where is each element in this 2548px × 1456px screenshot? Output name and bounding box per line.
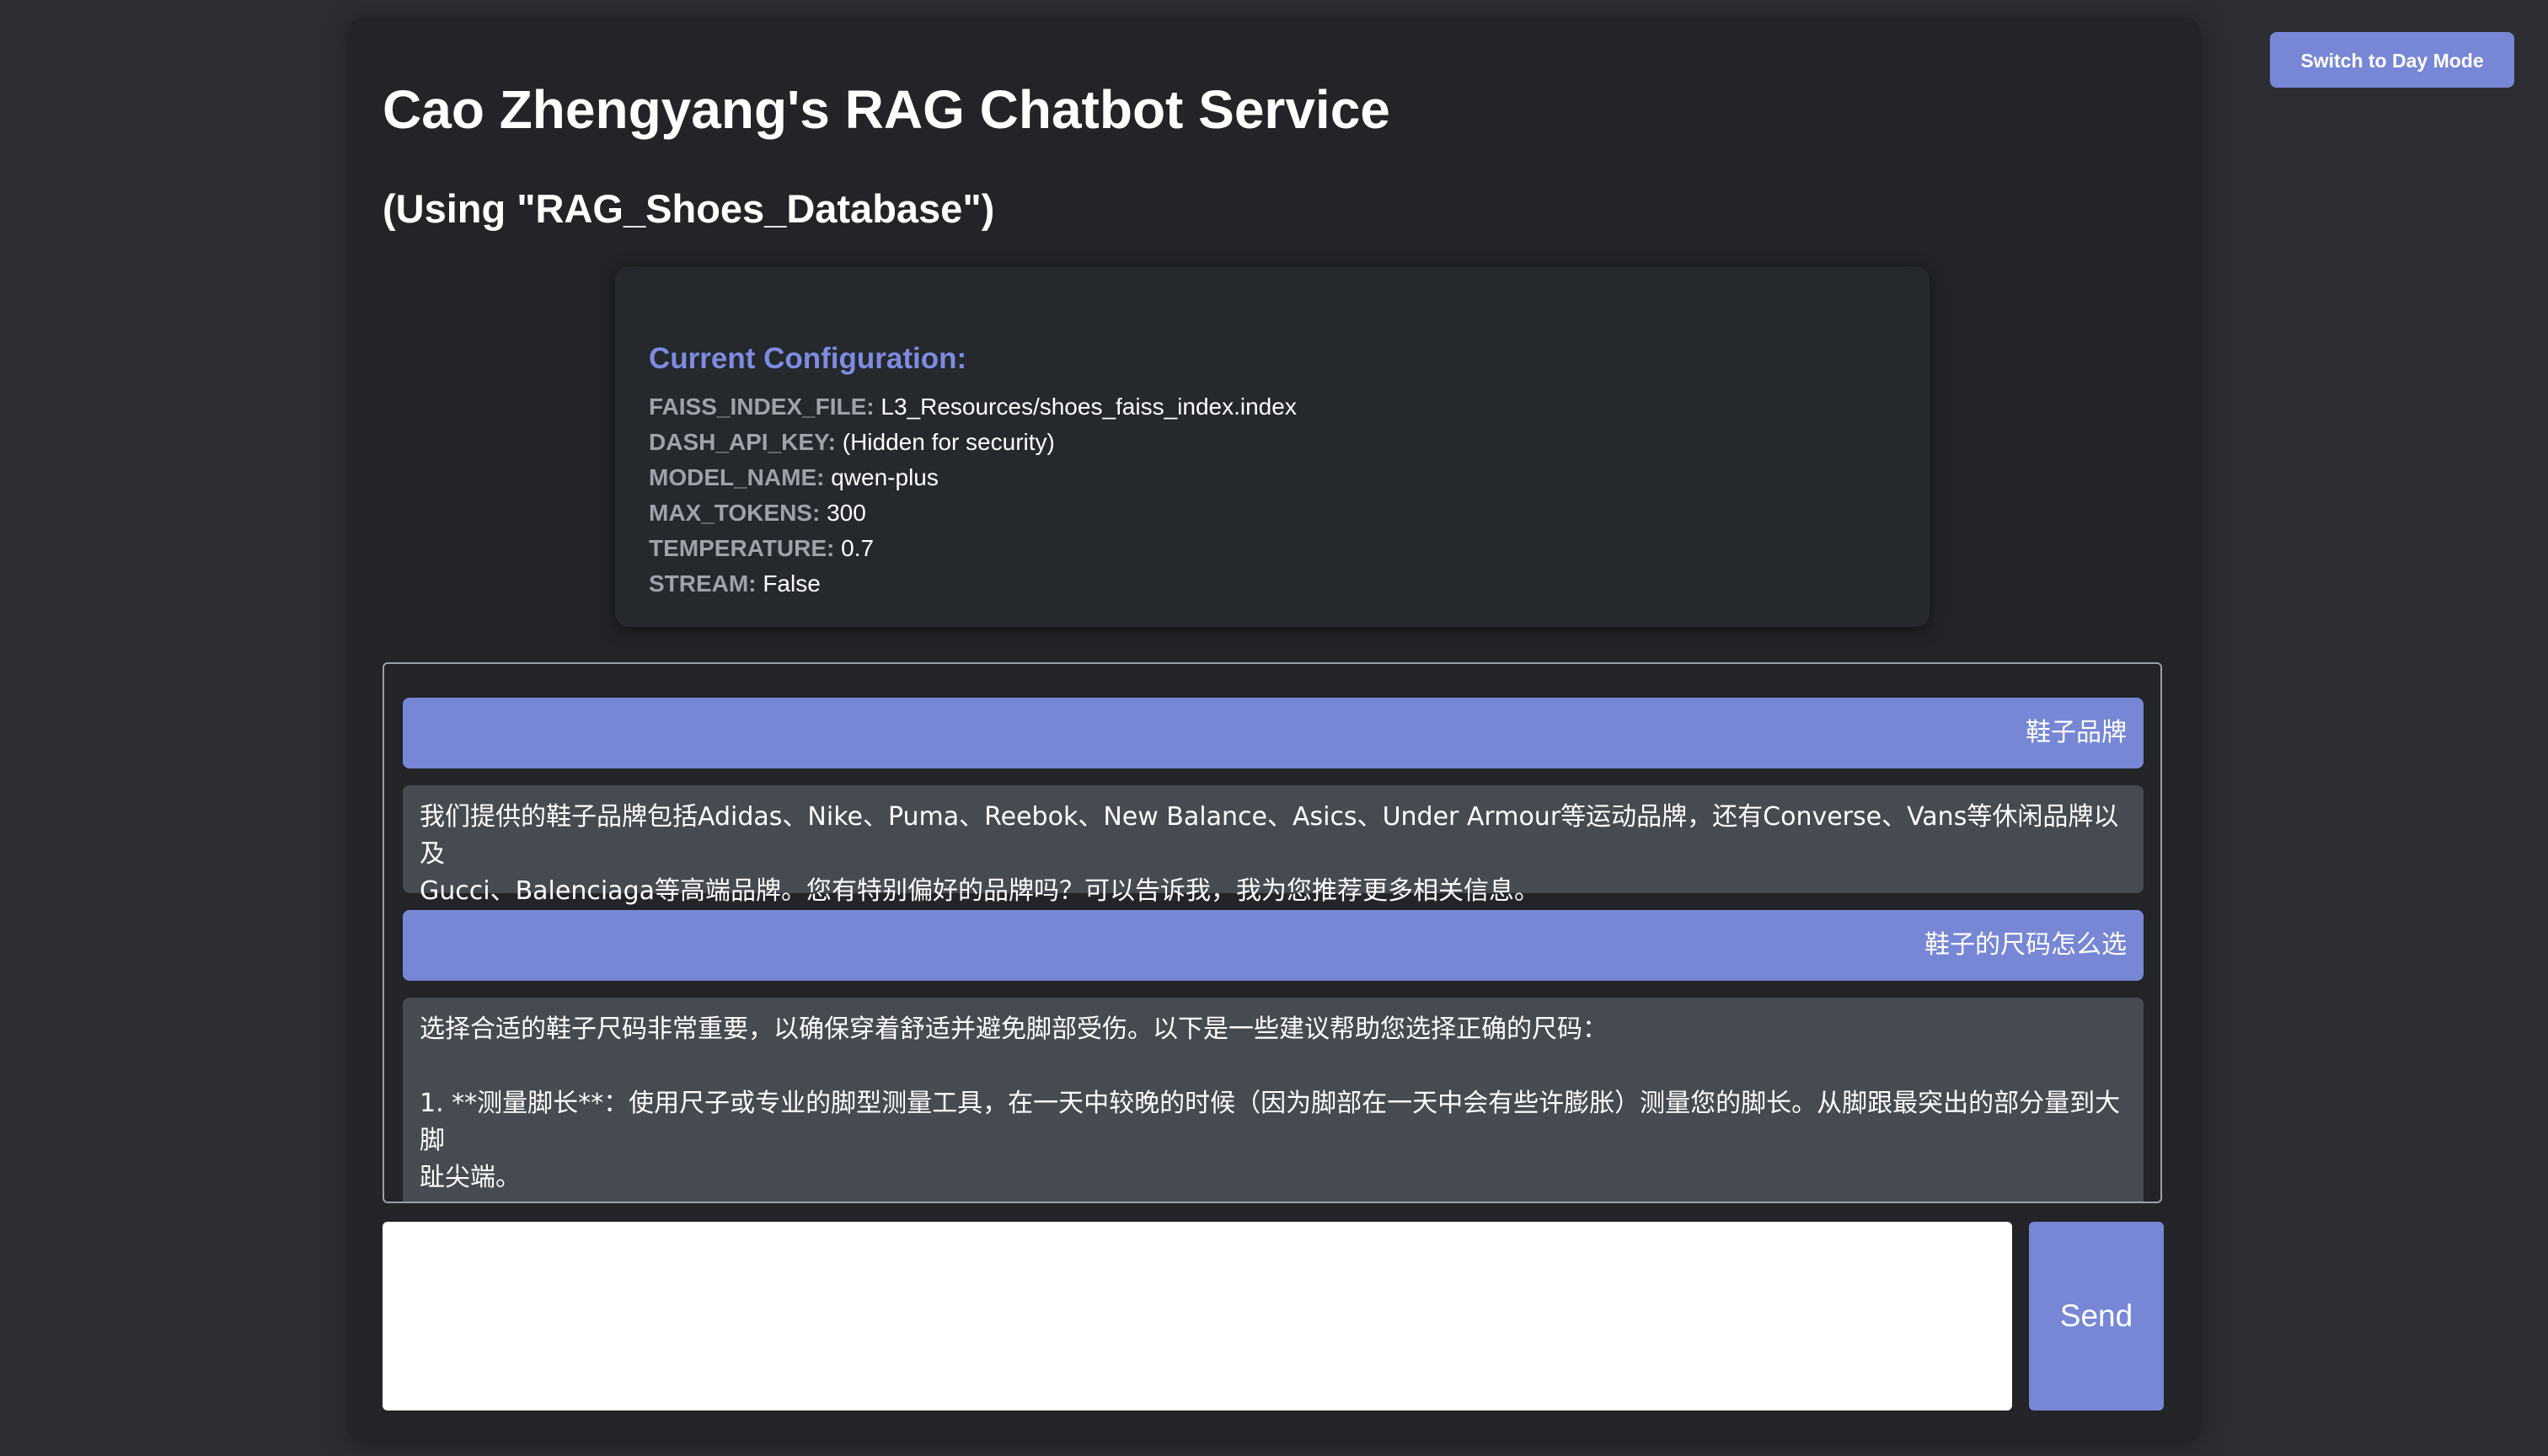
config-value: qwen-plus: [831, 464, 939, 490]
config-key: FAISS_INDEX_FILE:: [649, 393, 875, 420]
page-title: Cao Zhengyang's RAG Chatbot Service: [383, 79, 1390, 140]
config-key: MODEL_NAME:: [649, 464, 825, 490]
send-button[interactable]: Send: [2029, 1222, 2164, 1410]
bot-message: 我们提供的鞋子品牌包括Adidas、Nike、Puma、Reebok、New B…: [403, 785, 2144, 906]
config-max-tokens: MAX_TOKENS: 300: [649, 495, 1297, 531]
config-value: 300: [827, 500, 866, 526]
page-subtitle: (Using "RAG_Shoes_Database"): [383, 186, 995, 231]
config-stream: STREAM: False: [649, 566, 1297, 602]
main-card: Cao Zhengyang's RAG Chatbot Service (Usi…: [347, 17, 2201, 1443]
config-key: TEMPERATURE:: [649, 535, 835, 561]
config-temperature: TEMPERATURE: 0.7: [649, 531, 1297, 566]
config-value: (Hidden for security): [842, 429, 1055, 455]
chat-input[interactable]: [383, 1222, 2012, 1410]
configuration-heading: Current Configuration:: [649, 342, 967, 375]
bot-message: 选择合适的鞋子尺码非常重要，以确保穿着舒适并避免脚部受伤。以下是一些建议帮助您选…: [403, 998, 2144, 1202]
user-message: 鞋子的尺码怎么选: [403, 910, 2144, 981]
day-mode-toggle-button[interactable]: Switch to Day Mode: [2270, 32, 2514, 88]
config-key: STREAM:: [649, 570, 757, 597]
config-value: False: [763, 570, 821, 597]
config-faiss-index-file: FAISS_INDEX_FILE: L3_Resources/shoes_fai…: [649, 389, 1297, 425]
config-dash-api-key: DASH_API_KEY: (Hidden for security): [649, 425, 1297, 460]
configuration-list: FAISS_INDEX_FILE: L3_Resources/shoes_fai…: [649, 389, 1297, 602]
config-key: MAX_TOKENS:: [649, 500, 821, 526]
user-message: 鞋子品牌: [403, 698, 2144, 768]
config-value: L3_Resources/shoes_faiss_index.index: [881, 393, 1297, 420]
configuration-panel: Current Configuration: FAISS_INDEX_FILE:…: [615, 266, 1930, 627]
chat-history[interactable]: 鞋子品牌 我们提供的鞋子品牌包括Adidas、Nike、Puma、Reebok、…: [383, 662, 2162, 1203]
config-value: 0.7: [841, 535, 875, 561]
config-model-name: MODEL_NAME: qwen-plus: [649, 460, 1297, 495]
config-key: DASH_API_KEY:: [649, 429, 836, 455]
